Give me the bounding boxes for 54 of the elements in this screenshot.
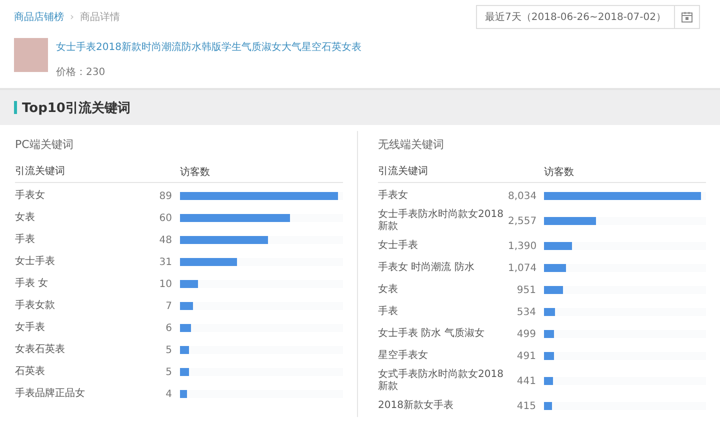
visitor-count: 441 <box>516 376 536 386</box>
column-header: 引流关键词 <box>378 164 429 179</box>
keyword-text: 女士手表 防水 气质淑女 <box>378 326 486 341</box>
keyword-text: 女式手表防水时尚款女2018新款 <box>378 368 504 394</box>
visitor-count: 60 <box>158 212 172 224</box>
keyword-text: 石英表 <box>15 364 46 379</box>
photo-placeholder <box>14 38 48 72</box>
visitor-count: 89 <box>158 190 172 202</box>
visitor-count: 415 <box>516 400 536 412</box>
keyword-text: 手表女 时尚潮流 防水 <box>378 260 476 275</box>
visitor-count: 5 <box>164 366 172 378</box>
visitor-count: 10 <box>158 278 172 290</box>
visitor-count: 2,557 <box>508 216 536 226</box>
visitor-count: 534 <box>516 306 536 318</box>
column-header: 访客数 <box>180 166 210 179</box>
keyword-text: 星空手表女 <box>378 348 429 363</box>
breadcrumb-link[interactable]: 商品详情 <box>80 10 120 24</box>
keyword-text: 手表 女 <box>15 276 50 291</box>
visitor-count: 491 <box>516 350 536 362</box>
panel-title: PC端关键词 <box>15 137 74 152</box>
panel-title: 无线端关键词 <box>378 137 445 152</box>
visitor-count: 5 <box>164 344 172 356</box>
keyword-text: 女士手表 <box>378 238 419 253</box>
keyword-text: 手表品牌正品女 <box>15 386 86 401</box>
visitor-count: 7 <box>164 300 172 312</box>
visitor-count: 499 <box>516 328 536 340</box>
date-range-picker[interactable]: 最近7天（2018-06-26~2018-07-02） <box>476 5 700 29</box>
visitor-count: 31 <box>158 256 172 268</box>
visitor-count: 1,390 <box>508 240 536 252</box>
keyword-text: 2018新款女手表 <box>378 398 454 413</box>
keyword-text: 手表 <box>15 232 36 247</box>
keyword-text: 女手表 <box>15 320 46 335</box>
keyword-text: 女表石英表 <box>15 342 66 357</box>
keyword-text: 女表 <box>378 282 399 297</box>
visitor-count: 951 <box>516 284 536 296</box>
keyword-text: 手表女 <box>15 188 46 203</box>
keyword-text: 手表女 <box>378 188 409 203</box>
column-header: 访客数 <box>544 166 574 179</box>
breadcrumb-separator: › <box>70 12 74 22</box>
keyword-text: 女士手表 <box>15 254 56 269</box>
visitor-count: 48 <box>158 234 172 246</box>
keyword-text: 女士手表防水时尚款女2018新款 <box>378 208 504 234</box>
breadcrumb-link[interactable]: 商品店铺榜 <box>14 10 64 24</box>
visitor-count: 6 <box>164 322 172 334</box>
visitor-count: 4 <box>164 388 172 400</box>
keyword-text: 手表 <box>378 304 399 319</box>
keyword-text: 手表女款 <box>15 298 56 313</box>
visitor-count: 1,074 <box>508 262 536 274</box>
product-price: 价格：230 <box>56 66 106 79</box>
keyword-text: 女表 <box>15 210 36 225</box>
section-header: Top10引流关键词 <box>0 88 720 125</box>
column-header: 引流关键词 <box>15 164 66 179</box>
visitor-count: 8,034 <box>508 190 536 202</box>
product-title-link[interactable]: 女士手表2018新款时尚潮流防水韩版学生气质淑女大气星空石英女表 <box>56 40 362 54</box>
